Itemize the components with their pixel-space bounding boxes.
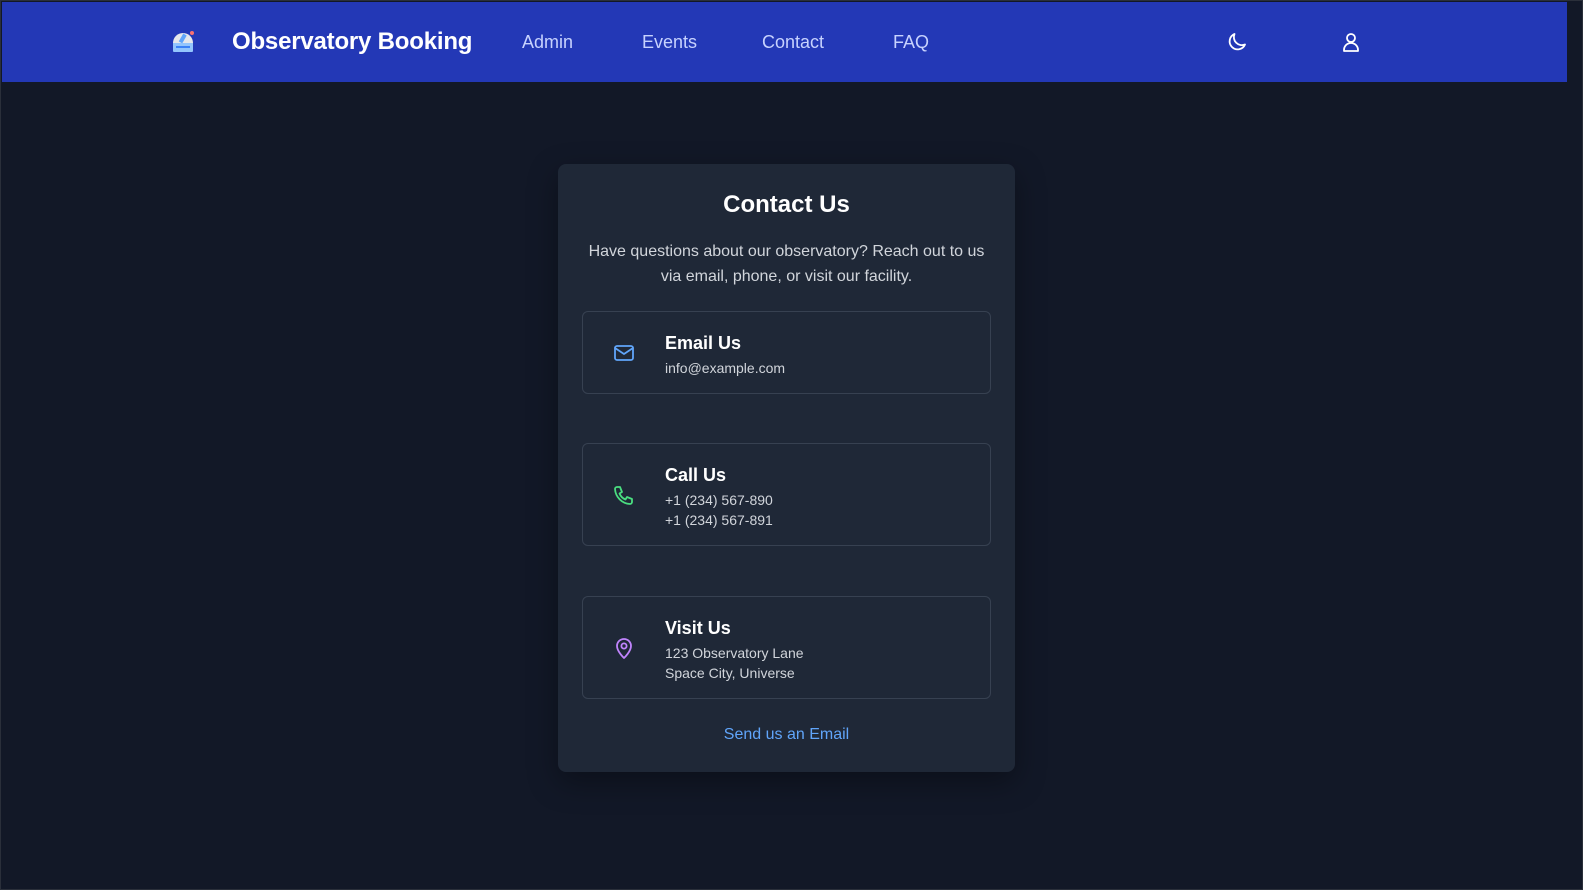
page-title: Contact Us: [723, 191, 850, 218]
app-window: Observatory Booking Admin Events Contact…: [0, 0, 1583, 890]
email-us-box: Email Us info@example.com: [582, 311, 991, 394]
moon-icon: [1228, 33, 1246, 51]
call-us-box: Call Us +1 (234) 567-890 +1 (234) 567-89…: [582, 443, 991, 546]
email-address[interactable]: info@example.com: [665, 358, 785, 378]
brand-title[interactable]: Observatory Booking: [232, 28, 472, 56]
nav-link-events[interactable]: Events: [642, 32, 697, 53]
user-profile-button[interactable]: [1337, 28, 1365, 56]
nav-link-contact[interactable]: Contact: [762, 32, 824, 53]
phone-icon: [611, 482, 637, 508]
phone-number-1[interactable]: +1 (234) 567-890: [665, 490, 773, 510]
map-pin-icon: [611, 635, 637, 661]
visit-us-heading: Visit Us: [665, 618, 731, 638]
call-us-heading: Call Us: [665, 465, 727, 485]
phone-number-2[interactable]: +1 (234) 567-891: [665, 510, 773, 530]
user-icon: [1343, 33, 1359, 52]
nav-link-faq[interactable]: FAQ: [893, 32, 929, 53]
nav-link-admin[interactable]: Admin: [522, 32, 573, 53]
send-email-link[interactable]: Send us an Email: [558, 726, 1015, 744]
contact-description: Have questions about our observatory? Re…: [588, 243, 985, 285]
visit-us-box: Visit Us 123 Observatory Lane Space City…: [582, 596, 991, 699]
address-line-2: Space City, Universe: [665, 665, 795, 681]
email-us-heading: Email Us: [665, 333, 742, 353]
top-navbar: Observatory Booking Admin Events Contact…: [2, 2, 1567, 82]
theme-toggle-button[interactable]: [1223, 28, 1251, 56]
contact-card: Contact Us Have questions about our obse…: [558, 164, 1015, 772]
observatory-dome-icon[interactable]: [170, 28, 198, 56]
mail-icon: [611, 340, 637, 366]
address-line-1: 123 Observatory Lane: [665, 645, 804, 661]
